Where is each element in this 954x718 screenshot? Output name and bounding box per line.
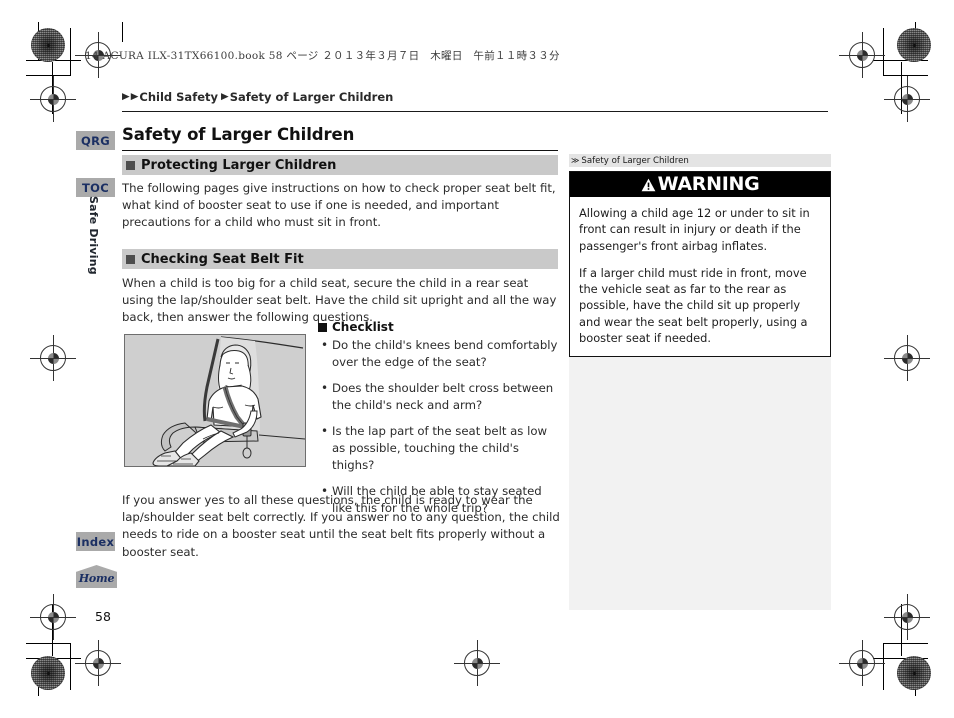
page-title: Safety of Larger Children (122, 125, 355, 144)
crop-mark (70, 28, 71, 75)
crop-mark (26, 75, 71, 76)
list-item-text: Is the lap part of the seat belt as low … (332, 424, 548, 472)
breadcrumb-arrow-icon: ▶ (221, 91, 229, 102)
halftone-registration-dot (897, 28, 931, 62)
checklist-heading-label: Checklist (332, 320, 394, 334)
rail-button-home[interactable]: Home (76, 565, 117, 588)
warning-triangle-icon (641, 178, 656, 192)
list-item-text: Does the shoulder belt cross between the… (332, 381, 554, 412)
paragraph-closing: If you answer yes to all these questions… (122, 493, 560, 559)
square-bullet-icon (318, 322, 327, 332)
book-file-header: 14 ACURA ILX-31TX66100.book 58 ページ ２０１３年… (85, 50, 560, 62)
rail-button-home-label: Home (78, 572, 115, 585)
page-number: 58 (95, 609, 111, 624)
breadcrumb-arrow-icon: ▶ (130, 91, 139, 102)
halftone-registration-dot (31, 656, 65, 690)
registration-target (884, 335, 930, 381)
crop-mark (70, 643, 71, 690)
chapter-tab-safe-driving[interactable]: Safe Driving (84, 196, 100, 275)
reference-bar: ≫ Safety of Larger Children (569, 154, 831, 167)
square-bullet-icon (126, 254, 135, 264)
registration-target (454, 640, 500, 686)
illustration-child-in-seat-belt (124, 334, 306, 467)
right-column-filler-panel (569, 345, 831, 610)
halftone-registration-dot (897, 656, 931, 690)
list-item: • Do the child's knees bend comfortably … (318, 337, 562, 371)
header-divider (122, 111, 828, 112)
list-item-text: Do the child's knees bend comfortably ov… (332, 338, 558, 369)
warning-title-bar: WARNING (570, 172, 830, 197)
registration-target (30, 594, 76, 640)
title-divider (122, 150, 558, 152)
crop-mark (883, 643, 928, 644)
registration-target (839, 640, 885, 686)
registration-target (30, 335, 76, 381)
list-item: • Does the shoulder belt cross between t… (318, 380, 562, 414)
breadcrumb-parent[interactable]: Child Safety (139, 90, 218, 104)
registration-target (884, 594, 930, 640)
paragraph-protecting-intro: The following pages give instructions on… (122, 181, 556, 230)
crop-mark (883, 28, 884, 75)
warning-body: Allowing a child age 12 or under to sit … (570, 197, 830, 356)
crop-mark (883, 75, 928, 76)
paragraph-checking-body: When a child is too big for a child seat… (122, 276, 557, 325)
rail-button-toc[interactable]: TOC (76, 178, 115, 197)
warning-label: WARNING (657, 173, 760, 195)
halftone-registration-dot (31, 28, 65, 62)
rail-button-qrg[interactable]: QRG (76, 131, 115, 150)
reference-bar-label: Safety of Larger Children (581, 155, 689, 166)
square-bullet-icon (126, 160, 135, 170)
warning-paragraph: If a larger child must ride in front, mo… (579, 265, 808, 346)
rail-button-index[interactable]: Index (76, 532, 115, 551)
illustration-artwork (125, 335, 305, 466)
section-heading-checking-seat-belt-fit: Checking Seat Belt Fit (122, 249, 558, 269)
bullet-icon: • (321, 381, 329, 395)
registration-target (839, 32, 885, 78)
bullet-icon: • (321, 424, 329, 438)
breadcrumb-current: Safety of Larger Children (229, 90, 394, 104)
section-heading-label: Protecting Larger Children (141, 157, 337, 173)
breadcrumb: ▶ ▶ Child Safety ▶ Safety of Larger Chil… (122, 90, 396, 104)
checklist-heading: Checklist (318, 320, 562, 334)
section-heading-label: Checking Seat Belt Fit (141, 251, 304, 267)
bullet-icon: • (321, 338, 329, 352)
crop-mark (26, 643, 71, 644)
warning-box: WARNING Allowing a child age 12 or under… (569, 171, 831, 358)
breadcrumb-arrow-icon: ▶ (122, 91, 130, 102)
reference-marker-icon: ≫ (571, 155, 580, 165)
right-column: ≫ Safety of Larger Children WARNING Allo… (569, 154, 831, 358)
warning-paragraph: Allowing a child age 12 or under to sit … (579, 206, 810, 253)
registration-target (30, 76, 76, 122)
registration-target (75, 640, 121, 686)
registration-target (884, 76, 930, 122)
crop-mark (122, 22, 123, 42)
section-heading-protecting-larger-children: Protecting Larger Children (122, 155, 558, 175)
list-item: • Is the lap part of the seat belt as lo… (318, 423, 562, 474)
crop-mark (883, 643, 884, 690)
